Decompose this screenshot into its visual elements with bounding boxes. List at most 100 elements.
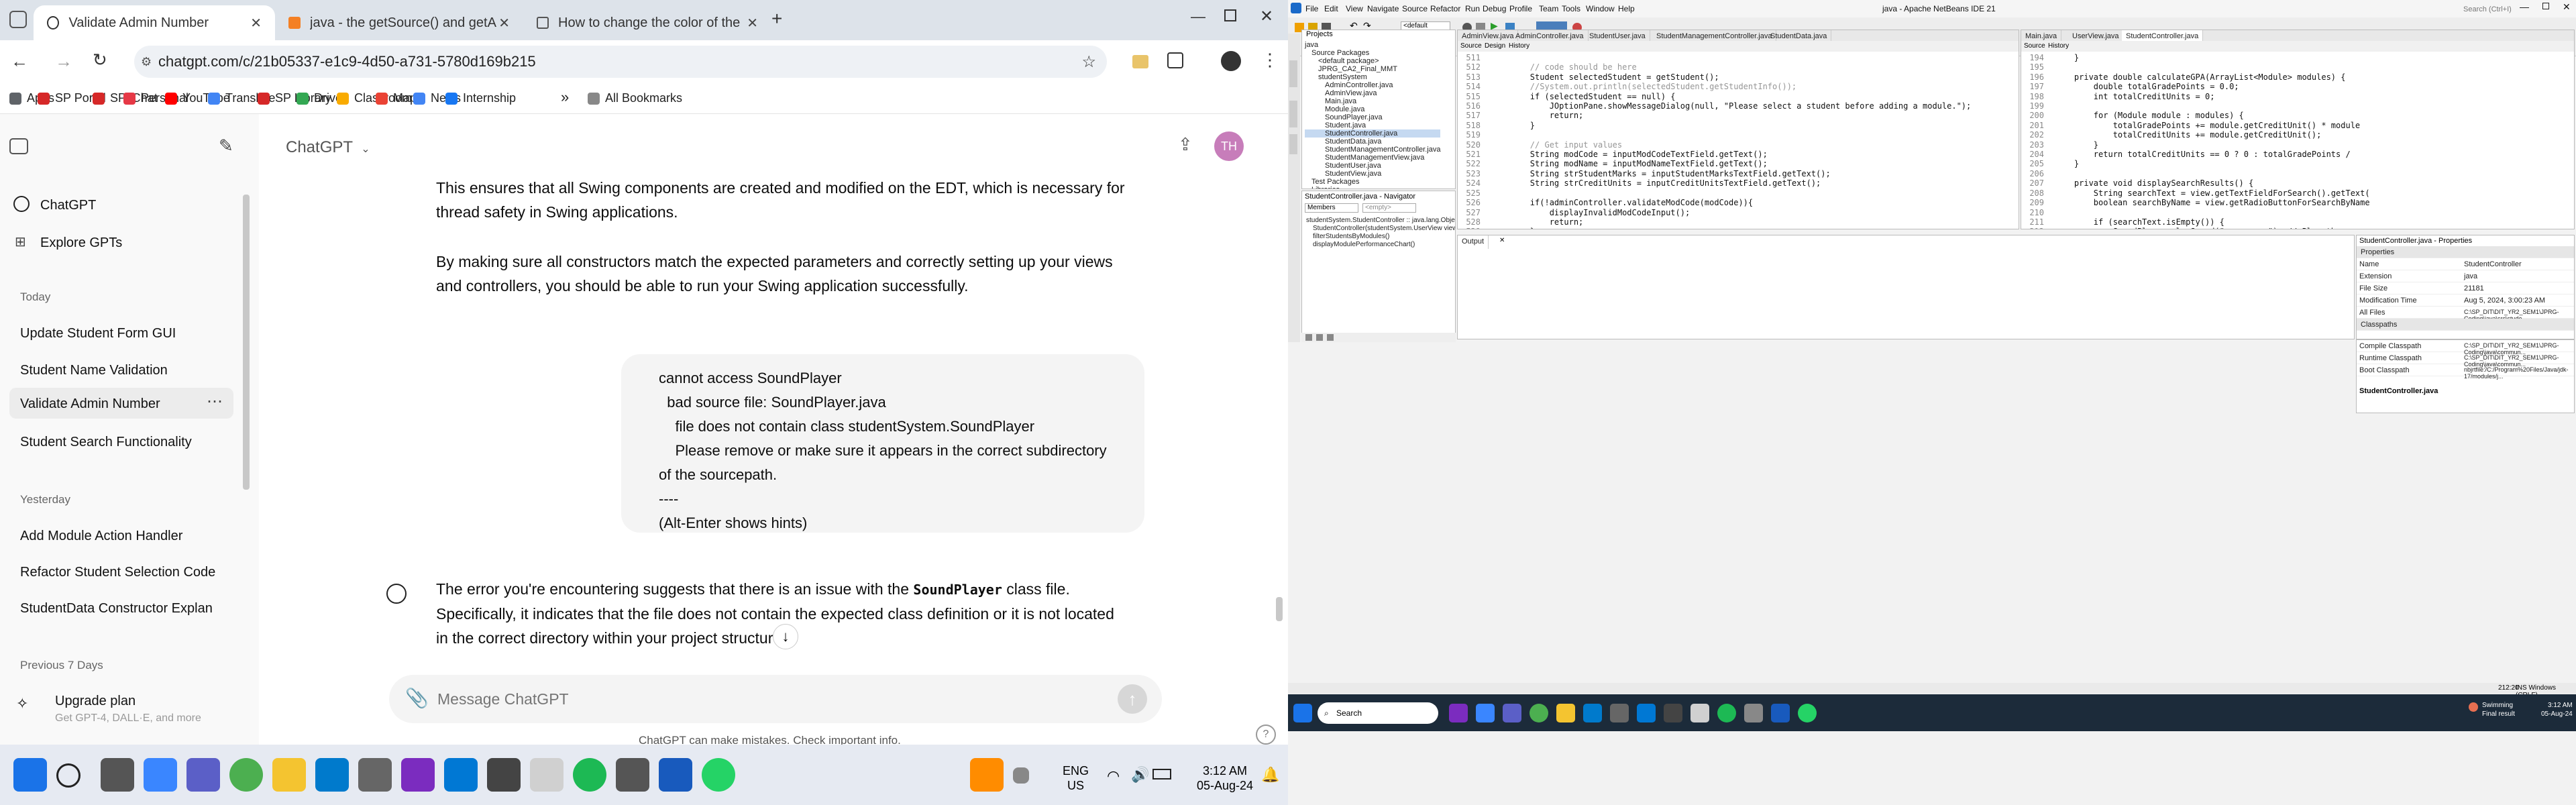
app-icon[interactable] xyxy=(358,758,392,792)
bookmark-star-icon[interactable]: ☆ xyxy=(1081,52,1096,72)
menu-debug[interactable]: Debug xyxy=(1483,4,1506,13)
whatsapp-icon[interactable] xyxy=(702,758,735,792)
profile-avatar[interactable] xyxy=(1221,51,1241,71)
chrome-icon[interactable] xyxy=(1529,704,1548,722)
forward-arrow-icon[interactable]: → xyxy=(55,51,72,72)
settings-icon[interactable] xyxy=(1744,704,1763,722)
menu-edit[interactable]: Edit xyxy=(1324,4,1338,13)
model-selector[interactable]: ChatGPT ⌄ xyxy=(286,138,370,157)
netbeans-icon[interactable] xyxy=(530,758,564,792)
netbeans-icon[interactable] xyxy=(1690,704,1709,722)
back-arrow-icon[interactable]: ← xyxy=(11,51,28,72)
window-close-icon[interactable]: ✕ xyxy=(1260,7,1273,26)
copilot-icon[interactable] xyxy=(1476,704,1495,722)
projects-side-tab[interactable] xyxy=(1289,60,1297,87)
more-bookmarks-chevron-icon[interactable]: » xyxy=(561,89,569,106)
history-button[interactable]: History xyxy=(1509,42,1529,50)
nav-item[interactable]: filterStudentsByModules() xyxy=(1306,233,1455,241)
source-button[interactable]: Source xyxy=(2024,42,2045,50)
code-area[interactable]: // code should be here Student selectedS… xyxy=(1491,53,2019,229)
tree-node[interactable]: StudentManagementView.java xyxy=(1305,154,1440,162)
menu-run[interactable]: Run xyxy=(1465,4,1480,13)
tree-node[interactable]: studentSystem xyxy=(1305,73,1440,81)
new-chat-icon[interactable]: ✎ xyxy=(219,136,233,156)
notification-app-icon[interactable] xyxy=(970,758,1004,792)
menu-window[interactable]: Window xyxy=(1586,4,1615,13)
restore-icon[interactable] xyxy=(1224,9,1236,21)
word-icon[interactable] xyxy=(1771,704,1790,722)
task-view-icon[interactable] xyxy=(101,758,134,792)
scroll-down-button[interactable]: ↓ xyxy=(773,624,798,649)
app-icon[interactable] xyxy=(1610,704,1629,722)
sidebar-toggle-icon[interactable] xyxy=(9,138,28,154)
nav-item[interactable]: studentSystem.StudentController :: java.… xyxy=(1306,217,1455,225)
chat-item[interactable]: Student Search Functionality xyxy=(20,435,192,450)
restore-icon[interactable] xyxy=(2542,3,2549,9)
volume-icon[interactable]: 🔊 xyxy=(1131,766,1149,784)
tree-node[interactable]: StudentData.java xyxy=(1305,138,1440,146)
tree-node[interactable]: StudentController.java xyxy=(1305,129,1441,138)
vscode-icon[interactable] xyxy=(315,758,349,792)
clock[interactable]: 3:12 AM 05-Aug-24 xyxy=(2541,701,2573,718)
nav-item[interactable]: displayModulePerformanceChart() xyxy=(1306,241,1455,249)
tree-node[interactable]: Student.java xyxy=(1305,121,1440,129)
close-icon[interactable]: ✕ xyxy=(2563,1,2571,13)
app-icon[interactable] xyxy=(1449,704,1468,722)
chat-item-active[interactable]: Validate Admin Number ⋯ xyxy=(9,388,233,419)
teams-icon[interactable] xyxy=(186,758,220,792)
menu-navigate[interactable]: Navigate xyxy=(1367,4,1399,13)
site-info-icon[interactable]: ⚙ xyxy=(141,55,152,69)
main-scrollbar[interactable] xyxy=(1276,597,1283,621)
chrome-icon[interactable] xyxy=(229,758,263,792)
share-icon[interactable]: ⇪ xyxy=(1178,134,1193,155)
vscode-icon[interactable] xyxy=(1583,704,1602,722)
tree-node[interactable]: StudentView.java xyxy=(1305,170,1440,178)
toolbar-icon[interactable] xyxy=(1327,334,1334,341)
tree-node[interactable]: SoundPlayer.java xyxy=(1305,113,1440,121)
tree-node[interactable]: StudentManagementController.java xyxy=(1305,146,1440,154)
chat-item[interactable]: Student Name Validation xyxy=(20,363,168,378)
close-icon[interactable]: ✕ xyxy=(498,15,510,32)
menu-help[interactable]: Help xyxy=(1618,4,1635,13)
tree-node[interactable]: Main.java xyxy=(1305,97,1440,105)
attach-paperclip-icon[interactable]: 📎 xyxy=(405,687,429,709)
app-icon[interactable] xyxy=(444,758,478,792)
tree-node[interactable]: AdminController.java xyxy=(1305,81,1440,89)
app-icon[interactable] xyxy=(1664,704,1682,722)
projects-tab[interactable]: Projects xyxy=(1302,30,1333,40)
chat-item[interactable]: Refactor Student Selection Code xyxy=(20,565,221,580)
tree-node[interactable]: JPRG_CA2_Final_MMT xyxy=(1305,65,1440,73)
wifi-icon[interactable]: ◠ xyxy=(1107,767,1120,785)
new-tab-plus-icon[interactable]: + xyxy=(771,8,782,30)
clock[interactable]: 3:12 AM 05-Aug-24 xyxy=(1197,763,1253,793)
copilot-icon[interactable] xyxy=(144,758,177,792)
reload-icon[interactable]: ↻ xyxy=(93,50,107,70)
chat-item[interactable]: Update Student Form GUI xyxy=(20,326,176,341)
services-side-tab[interactable] xyxy=(1289,101,1297,127)
windows-start-icon[interactable] xyxy=(1293,704,1312,722)
tree-node[interactable]: Source Packages xyxy=(1305,49,1440,57)
language-indicator[interactable]: ENG US xyxy=(1063,763,1089,793)
tab-getsource[interactable]: java - the getSource() and getA ✕ xyxy=(275,5,523,40)
close-icon[interactable]: ✕ xyxy=(1499,237,1505,244)
spotify-icon[interactable] xyxy=(573,758,606,792)
help-icon[interactable]: ? xyxy=(1256,724,1276,745)
chat-item[interactable]: Add Module Action Handler xyxy=(20,529,182,544)
tab-search-icon[interactable] xyxy=(9,11,27,28)
weather-widget[interactable]: Swimming Final result xyxy=(2482,701,2515,718)
tree-node[interactable]: Test Packages xyxy=(1305,178,1440,186)
tree-node[interactable]: <default package> xyxy=(1305,57,1440,65)
battery-icon[interactable] xyxy=(1152,769,1171,780)
files-side-tab[interactable] xyxy=(1289,134,1297,154)
sidebar-item-explore[interactable]: ⊞ Explore GPTs xyxy=(13,227,241,258)
close-icon[interactable]: ✕ xyxy=(747,15,758,32)
toolbar-icon[interactable] xyxy=(1316,334,1323,341)
nav-item[interactable]: StudentController(studentSystem.UserView… xyxy=(1306,225,1455,233)
tree-node[interactable]: StudentUser.java xyxy=(1305,162,1440,170)
app-icon[interactable] xyxy=(1637,704,1656,722)
more-options-icon[interactable]: ⋯ xyxy=(207,392,223,411)
empty-select[interactable]: <empty> xyxy=(1362,203,1416,213)
menu-team[interactable]: Team xyxy=(1539,4,1558,13)
file-explorer-icon[interactable] xyxy=(272,758,306,792)
menu-file[interactable]: File xyxy=(1305,4,1318,13)
